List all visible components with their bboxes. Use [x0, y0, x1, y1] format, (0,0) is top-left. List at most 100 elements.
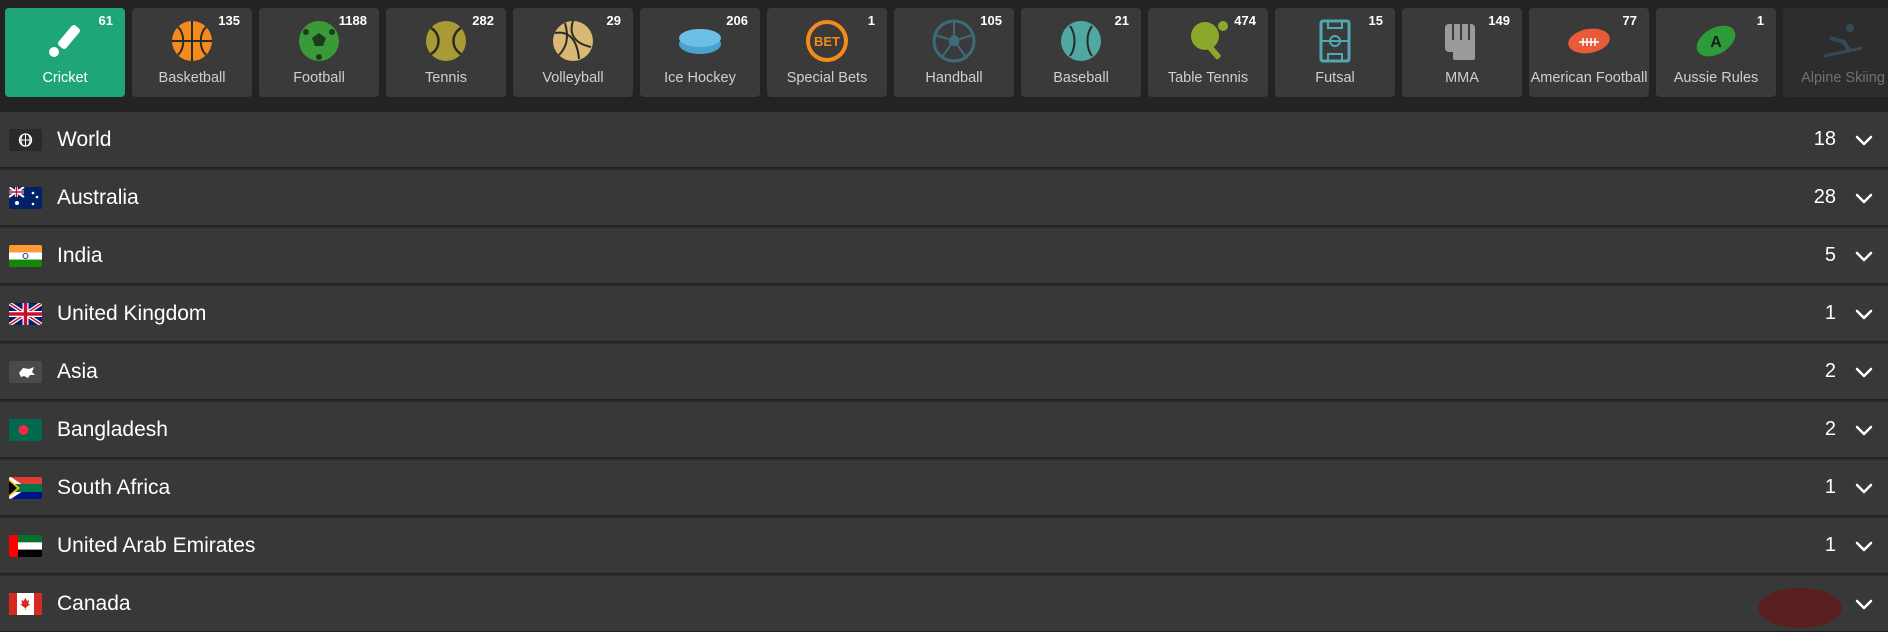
sport-tile-volleyball[interactable]: 29 Volleyball [513, 8, 633, 97]
flag-bd-icon [9, 418, 42, 441]
region-count: 1 [1824, 534, 1836, 556]
sport-tile-alpine-skiing[interactable]: Alpine Skiing [1783, 8, 1888, 97]
football-icon [296, 18, 342, 64]
sport-count-badge: 61 [98, 13, 113, 28]
sport-count-badge: 105 [980, 13, 1002, 28]
region-name: Asia [57, 359, 98, 383]
sport-label: Special Bets [786, 70, 868, 86]
sport-tile-futsal[interactable]: 15 Futsal [1275, 8, 1395, 97]
sport-tile-american-football[interactable]: 77 American Football [1529, 8, 1649, 97]
sport-tile-aussie-rules[interactable]: 1 A Aussie Rules [1656, 8, 1776, 97]
sport-tile-baseball[interactable]: 21 Baseball [1021, 8, 1141, 97]
sport-tile-basketball[interactable]: 135 Basketball [132, 8, 252, 97]
aussie-rules-icon: A [1693, 18, 1739, 64]
american-football-icon [1566, 18, 1612, 64]
sport-count-badge: 1 [1756, 13, 1764, 28]
baseball-icon [1058, 18, 1104, 64]
volleyball-icon [550, 18, 596, 64]
sport-label: Table Tennis [1167, 70, 1249, 86]
basketball-icon [169, 18, 215, 64]
region-count: 28 [1813, 186, 1836, 208]
handball-icon [931, 18, 977, 64]
sport-label: Futsal [1315, 70, 1355, 86]
cricket-icon [42, 18, 88, 64]
chevron-down-icon[interactable] [1854, 478, 1874, 498]
sport-count-badge: 149 [1488, 13, 1510, 28]
region-count: 2 [1824, 418, 1836, 440]
sports-track: 61 Cricket 135 Basketball 1188 Football 282 Ten… [5, 8, 1888, 97]
sport-label: Ice Hockey [664, 70, 736, 86]
sport-tile-ice-hockey[interactable]: 206 Ice Hockey [640, 8, 760, 97]
region-row-india[interactable]: India 5 [0, 228, 1888, 284]
region-row-south-africa[interactable]: South Africa 1 [0, 460, 1888, 516]
region-count: 1 [1824, 302, 1836, 324]
sport-label: Aussie Rules [1673, 70, 1759, 86]
table-tennis-icon [1185, 18, 1231, 64]
sport-label: Handball [925, 70, 983, 86]
flag-in-icon [9, 244, 42, 267]
sport-label: American Football [1530, 70, 1648, 86]
flag-za-icon [9, 476, 42, 499]
region-name: India [57, 243, 103, 267]
sport-tile-special-bets[interactable]: 1 BET Special Bets [767, 8, 887, 97]
region-row-canada[interactable]: Canada1 [0, 576, 1888, 632]
sport-count-badge: 282 [472, 13, 494, 28]
svg-text:BET: BET [814, 34, 840, 49]
chat-bubble-button[interactable] [1758, 588, 1842, 628]
sport-label: MMA [1445, 70, 1479, 86]
region-row-united-kingdom[interactable]: United Kingdom 1 [0, 286, 1888, 342]
region-row-australia[interactable]: Australia 28 [0, 170, 1888, 226]
globe-icon [9, 128, 42, 151]
flag-ae-icon [9, 534, 42, 557]
region-row-asia[interactable]: Asia 2 [0, 344, 1888, 400]
mma-icon [1439, 18, 1485, 64]
flag-gb-icon [9, 302, 42, 325]
sport-count-badge: 21 [1114, 13, 1129, 28]
sport-label: Alpine Skiing [1801, 70, 1885, 86]
region-name: Australia [57, 185, 139, 209]
region-count: 5 [1824, 244, 1836, 266]
chevron-down-icon[interactable] [1854, 536, 1874, 556]
flag-au-icon [9, 186, 42, 209]
region-name: World [57, 127, 112, 151]
sport-count-badge: 29 [606, 13, 621, 28]
flag-ca-icon [9, 592, 42, 615]
chevron-down-icon[interactable] [1854, 188, 1874, 208]
chevron-down-icon[interactable] [1854, 420, 1874, 440]
region-name: United Kingdom [57, 301, 207, 325]
sport-tile-tennis[interactable]: 282 Tennis [386, 8, 506, 97]
sport-count-badge: 206 [726, 13, 748, 28]
sport-count-badge: 1188 [338, 13, 367, 28]
svg-text:A: A [1710, 34, 1722, 51]
sport-tile-table-tennis[interactable]: 474 Table Tennis [1148, 8, 1268, 97]
sport-label: Volleyball [542, 70, 604, 86]
region-list: World 18 Australia 28 India 5 United Kingdom 1 A… [0, 112, 1888, 632]
chevron-down-icon[interactable] [1854, 362, 1874, 382]
sport-count-badge: 1 [867, 13, 875, 28]
alpine-skiing-icon [1820, 18, 1866, 64]
chevron-down-icon[interactable] [1854, 304, 1874, 324]
sport-label: Cricket [42, 70, 88, 86]
sport-tile-cricket[interactable]: 61 Cricket [5, 8, 125, 97]
sport-count-badge: 474 [1234, 13, 1256, 28]
region-row-world[interactable]: World 18 [0, 112, 1888, 168]
region-name: Bangladesh [57, 417, 168, 441]
sport-tile-mma[interactable]: 149 MMA [1402, 8, 1522, 97]
region-count: 2 [1824, 360, 1836, 382]
region-row-bangladesh[interactable]: Bangladesh 2 [0, 402, 1888, 458]
chevron-down-icon[interactable] [1854, 130, 1874, 150]
chevron-down-icon[interactable] [1854, 246, 1874, 266]
region-row-united-arab-emirates[interactable]: United Arab Emirates 1 [0, 518, 1888, 574]
sport-label: Football [293, 70, 345, 86]
sport-count-badge: 77 [1622, 13, 1637, 28]
sport-count-badge: 135 [218, 13, 240, 28]
region-name: South Africa [57, 475, 171, 499]
sport-count-badge: 15 [1368, 13, 1383, 28]
region-name: United Arab Emirates [57, 533, 256, 557]
sport-tile-handball[interactable]: 105 Handball [894, 8, 1014, 97]
ice-hockey-icon [677, 18, 723, 64]
region-count: 1 [1824, 476, 1836, 498]
futsal-icon [1312, 18, 1358, 64]
sport-tile-football[interactable]: 1188 Football [259, 8, 379, 97]
sport-label: Tennis [425, 70, 467, 86]
